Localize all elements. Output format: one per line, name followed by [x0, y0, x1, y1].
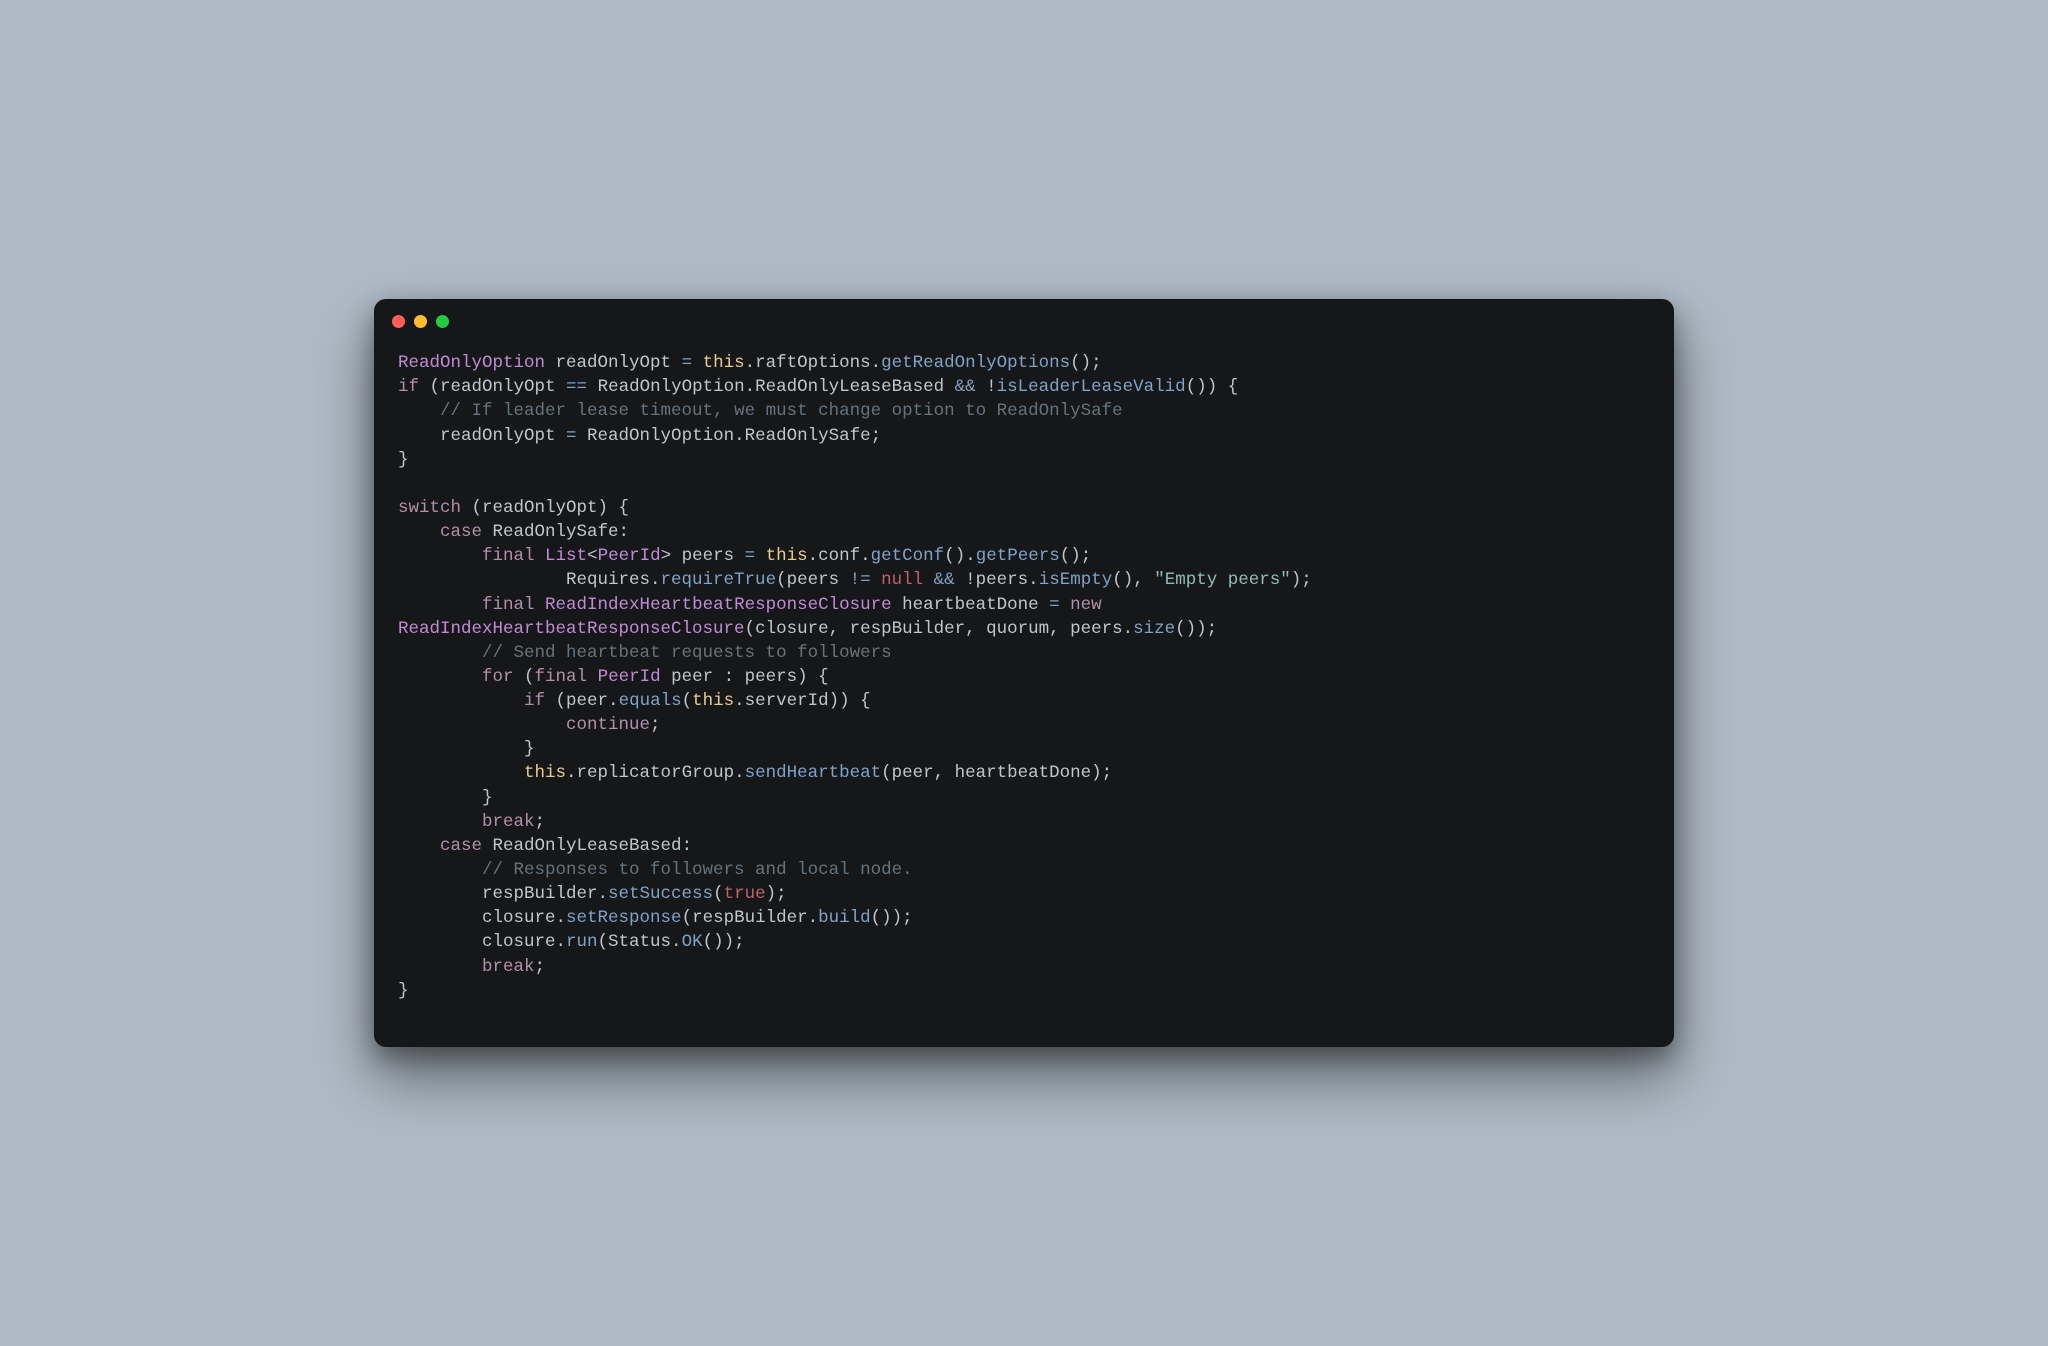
code-line: readOnlyOpt = ReadOnlyOption.ReadOnlySaf…	[398, 426, 881, 446]
code-line: this.replicatorGroup.sendHeartbeat(peer,…	[398, 763, 1112, 783]
code-line: }	[398, 981, 409, 1001]
code-line: }	[398, 788, 493, 808]
code-line: closure.run(Status.OK());	[398, 932, 745, 952]
minimize-icon[interactable]	[414, 315, 427, 328]
code-window: ReadOnlyOption readOnlyOpt = this.raftOp…	[374, 299, 1674, 1047]
code-line: }	[398, 739, 535, 759]
code-line: ReadOnlyOption readOnlyOpt = this.raftOp…	[398, 353, 1102, 373]
code-line: }	[398, 450, 409, 470]
code-line: break;	[398, 957, 545, 977]
window-titlebar	[374, 299, 1674, 343]
code-line: if (readOnlyOpt == ReadOnlyOption.ReadOn…	[398, 377, 1238, 397]
code-line: for (final PeerId peer : peers) {	[398, 667, 829, 687]
code-line: ReadIndexHeartbeatResponseClosure(closur…	[398, 619, 1217, 639]
code-line: // If leader lease timeout, we must chan…	[398, 401, 1123, 421]
code-line: final ReadIndexHeartbeatResponseClosure …	[398, 595, 1102, 615]
code-line: switch (readOnlyOpt) {	[398, 498, 629, 518]
close-icon[interactable]	[392, 315, 405, 328]
code-line: case ReadOnlySafe:	[398, 522, 629, 542]
code-line: closure.setResponse(respBuilder.build())…	[398, 908, 913, 928]
code-line: // Send heartbeat requests to followers	[398, 643, 892, 663]
code-line: break;	[398, 812, 545, 832]
code-line: continue;	[398, 715, 661, 735]
code-line: // Responses to followers and local node…	[398, 860, 913, 880]
code-line: respBuilder.setSuccess(true);	[398, 884, 787, 904]
code-line: final List<PeerId> peers = this.conf.get…	[398, 546, 1091, 566]
code-line: case ReadOnlyLeaseBased:	[398, 836, 692, 856]
maximize-icon[interactable]	[436, 315, 449, 328]
code-area: ReadOnlyOption readOnlyOpt = this.raftOp…	[374, 343, 1674, 1047]
code-line: Requires.requireTrue(peers != null && !p…	[398, 570, 1312, 590]
code-line: if (peer.equals(this.serverId)) {	[398, 691, 871, 711]
